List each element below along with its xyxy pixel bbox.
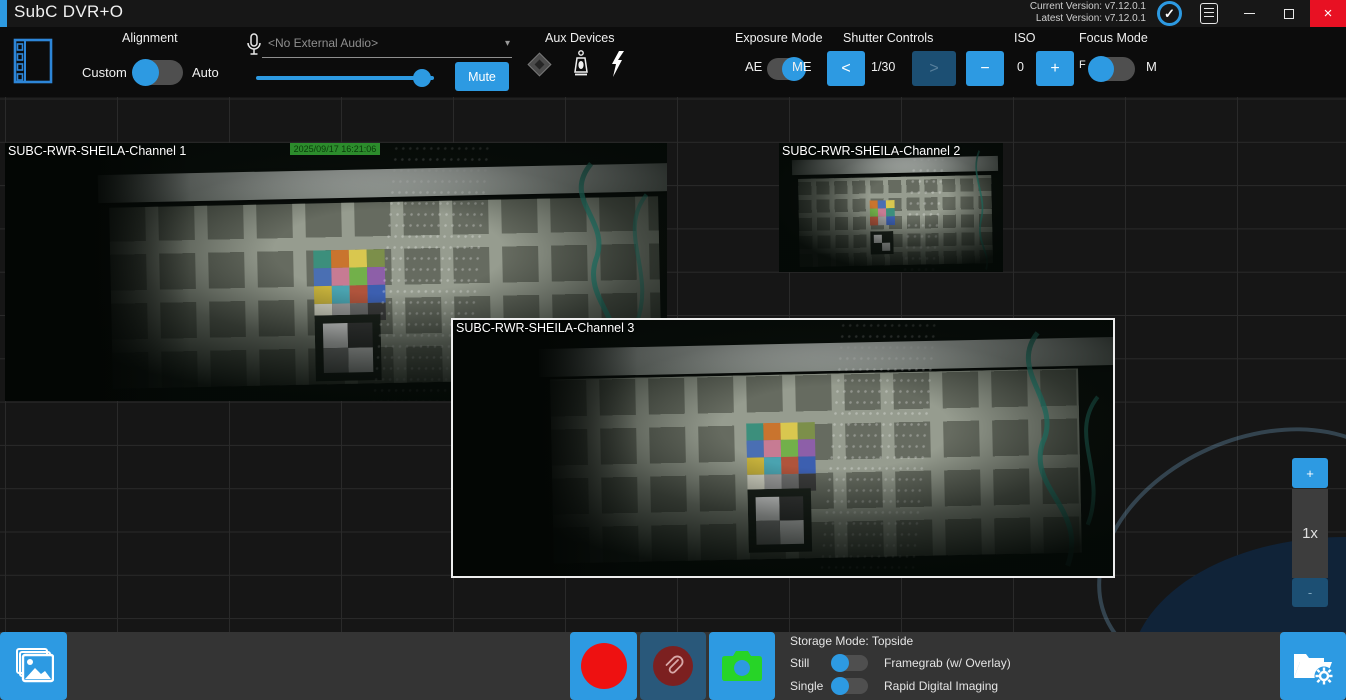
video-pane-channel-3[interactable]: SUBC-RWR-SHEILA-Channel 3 bbox=[451, 318, 1115, 578]
close-button[interactable]: × bbox=[1310, 0, 1346, 27]
toolbar: Alignment Custom Auto <No External Audio… bbox=[0, 27, 1346, 97]
minimize-button[interactable] bbox=[1230, 0, 1268, 27]
alignment-label: Alignment bbox=[122, 31, 178, 45]
lamp-device-icon[interactable] bbox=[572, 50, 590, 78]
attach-clip-button[interactable] bbox=[640, 632, 706, 700]
iso-increase-button[interactable]: + bbox=[1036, 51, 1074, 86]
video-layout-grid: SUBC-RWR-SHEILA-Channel 1 2025/09/17 16:… bbox=[0, 97, 1346, 632]
zoom-out-button[interactable]: - bbox=[1292, 578, 1328, 607]
chevron-left-icon: < bbox=[841, 60, 850, 78]
channel-name: SUBC-RWR-SHEILA-Channel 2 bbox=[782, 144, 960, 158]
record-icon bbox=[581, 643, 627, 689]
plus-icon: + bbox=[1306, 466, 1314, 481]
framegrab-option-label: Framegrab (w/ Overlay) bbox=[884, 656, 1011, 670]
toggle-knob bbox=[831, 677, 849, 695]
folder-gear-icon bbox=[1290, 646, 1336, 686]
focus-toggle[interactable] bbox=[1089, 57, 1135, 81]
focus-option-m: M bbox=[1146, 59, 1157, 74]
iso-value: 0 bbox=[1017, 60, 1024, 74]
layout-filmstrip-icon[interactable] bbox=[13, 38, 53, 84]
titlebar: SubC DVR+O Current Version: v7.12.0.1 La… bbox=[0, 0, 1346, 27]
title-accent-bar bbox=[0, 0, 7, 27]
maximize-button[interactable] bbox=[1270, 0, 1308, 27]
exposure-option-ae: AE bbox=[745, 59, 762, 74]
alignment-option-auto: Auto bbox=[192, 65, 219, 80]
exposure-mode-label: Exposure Mode bbox=[735, 31, 823, 45]
zoom-in-button[interactable]: + bbox=[1292, 458, 1328, 488]
minus-icon: - bbox=[1308, 585, 1312, 600]
version-info: Current Version: v7.12.0.1 Latest Versio… bbox=[1030, 1, 1146, 25]
toggle-knob bbox=[132, 59, 159, 86]
camera-icon bbox=[721, 650, 763, 682]
clip-circle bbox=[653, 646, 693, 686]
shutter-controls-label: Shutter Controls bbox=[843, 31, 933, 45]
storage-settings-button[interactable] bbox=[1280, 632, 1346, 700]
app-title: SubC DVR+O bbox=[14, 2, 123, 22]
video-frame bbox=[453, 320, 1113, 576]
shutter-decrease-button[interactable]: < bbox=[827, 51, 865, 86]
record-button[interactable] bbox=[570, 632, 637, 700]
focus-mode-label: Focus Mode bbox=[1079, 31, 1148, 45]
current-version: Current Version: v7.12.0.1 bbox=[1030, 1, 1146, 13]
still-framegrab-toggle[interactable] bbox=[832, 655, 868, 671]
mute-button[interactable]: Mute bbox=[455, 62, 509, 91]
storage-mode-status: Storage Mode: Topside bbox=[790, 634, 913, 648]
gallery-button[interactable] bbox=[0, 632, 67, 700]
latest-version: Latest Version: v7.12.0.1 bbox=[1030, 13, 1146, 25]
channel-name: SUBC-RWR-SHEILA-Channel 3 bbox=[456, 321, 634, 335]
shutter-value: 1/30 bbox=[871, 60, 895, 74]
footer-bar: Storage Mode: Topside Still Framegrab (w… bbox=[0, 632, 1346, 700]
chevron-right-icon: > bbox=[929, 60, 938, 78]
mute-label: Mute bbox=[468, 70, 496, 84]
scene-vignette bbox=[453, 320, 1113, 576]
channel-name: SUBC-RWR-SHEILA-Channel 1 bbox=[8, 144, 186, 158]
check-glyph: ✓ bbox=[1164, 6, 1175, 22]
microphone-icon bbox=[246, 33, 262, 59]
update-check-icon[interactable]: ✓ bbox=[1157, 1, 1182, 26]
iso-label: ISO bbox=[1014, 31, 1036, 45]
external-audio-select[interactable]: <No External Audio> ▾ bbox=[262, 33, 512, 58]
alignment-option-custom: Custom bbox=[82, 65, 127, 80]
single-option-label: Single bbox=[790, 679, 823, 693]
exposure-option-me: ME bbox=[792, 59, 812, 74]
shutter-increase-button[interactable]: > bbox=[912, 51, 956, 86]
video-frame bbox=[779, 143, 1003, 272]
volume-track bbox=[256, 76, 434, 80]
zoom-level-value: 1x bbox=[1302, 525, 1318, 542]
paperclip-icon bbox=[661, 654, 685, 678]
single-rapid-toggle[interactable] bbox=[832, 678, 868, 694]
chevron-down-icon: ▾ bbox=[505, 38, 510, 49]
alignment-toggle[interactable] bbox=[133, 60, 183, 85]
strobe-bolt-icon[interactable] bbox=[610, 50, 626, 78]
minus-icon: − bbox=[980, 60, 989, 78]
aux-devices-label: Aux Devices bbox=[545, 31, 614, 45]
gallery-icon bbox=[14, 647, 54, 685]
toggle-knob bbox=[831, 654, 849, 672]
toggle-knob bbox=[1088, 56, 1114, 82]
notes-icon[interactable] bbox=[1200, 3, 1218, 24]
rapid-option-label: Rapid Digital Imaging bbox=[884, 679, 998, 693]
subc-dvr-window: SubC DVR+O Current Version: v7.12.0.1 La… bbox=[0, 0, 1346, 700]
audio-device-value: <No External Audio> bbox=[268, 36, 378, 50]
still-option-label: Still bbox=[790, 656, 809, 670]
close-icon: × bbox=[1324, 5, 1333, 22]
volume-thumb[interactable] bbox=[413, 69, 431, 87]
scene-vignette bbox=[779, 143, 1003, 272]
zoom-panel: + 1x - bbox=[1292, 458, 1328, 607]
volume-slider[interactable] bbox=[256, 69, 434, 87]
snapshot-button[interactable] bbox=[709, 632, 775, 700]
minimize-icon bbox=[1244, 13, 1255, 14]
zoom-level-display: 1x bbox=[1292, 489, 1328, 578]
iso-decrease-button[interactable]: − bbox=[966, 51, 1004, 86]
plus-icon: + bbox=[1050, 60, 1059, 78]
maximize-icon bbox=[1284, 9, 1294, 19]
video-pane-channel-2[interactable]: SUBC-RWR-SHEILA-Channel 2 bbox=[779, 143, 1003, 272]
timestamp-overlay: 2025/09/17 16:21:06 bbox=[290, 143, 381, 155]
focus-option-f: F bbox=[1079, 59, 1086, 71]
laser-device-icon[interactable] bbox=[527, 52, 551, 76]
